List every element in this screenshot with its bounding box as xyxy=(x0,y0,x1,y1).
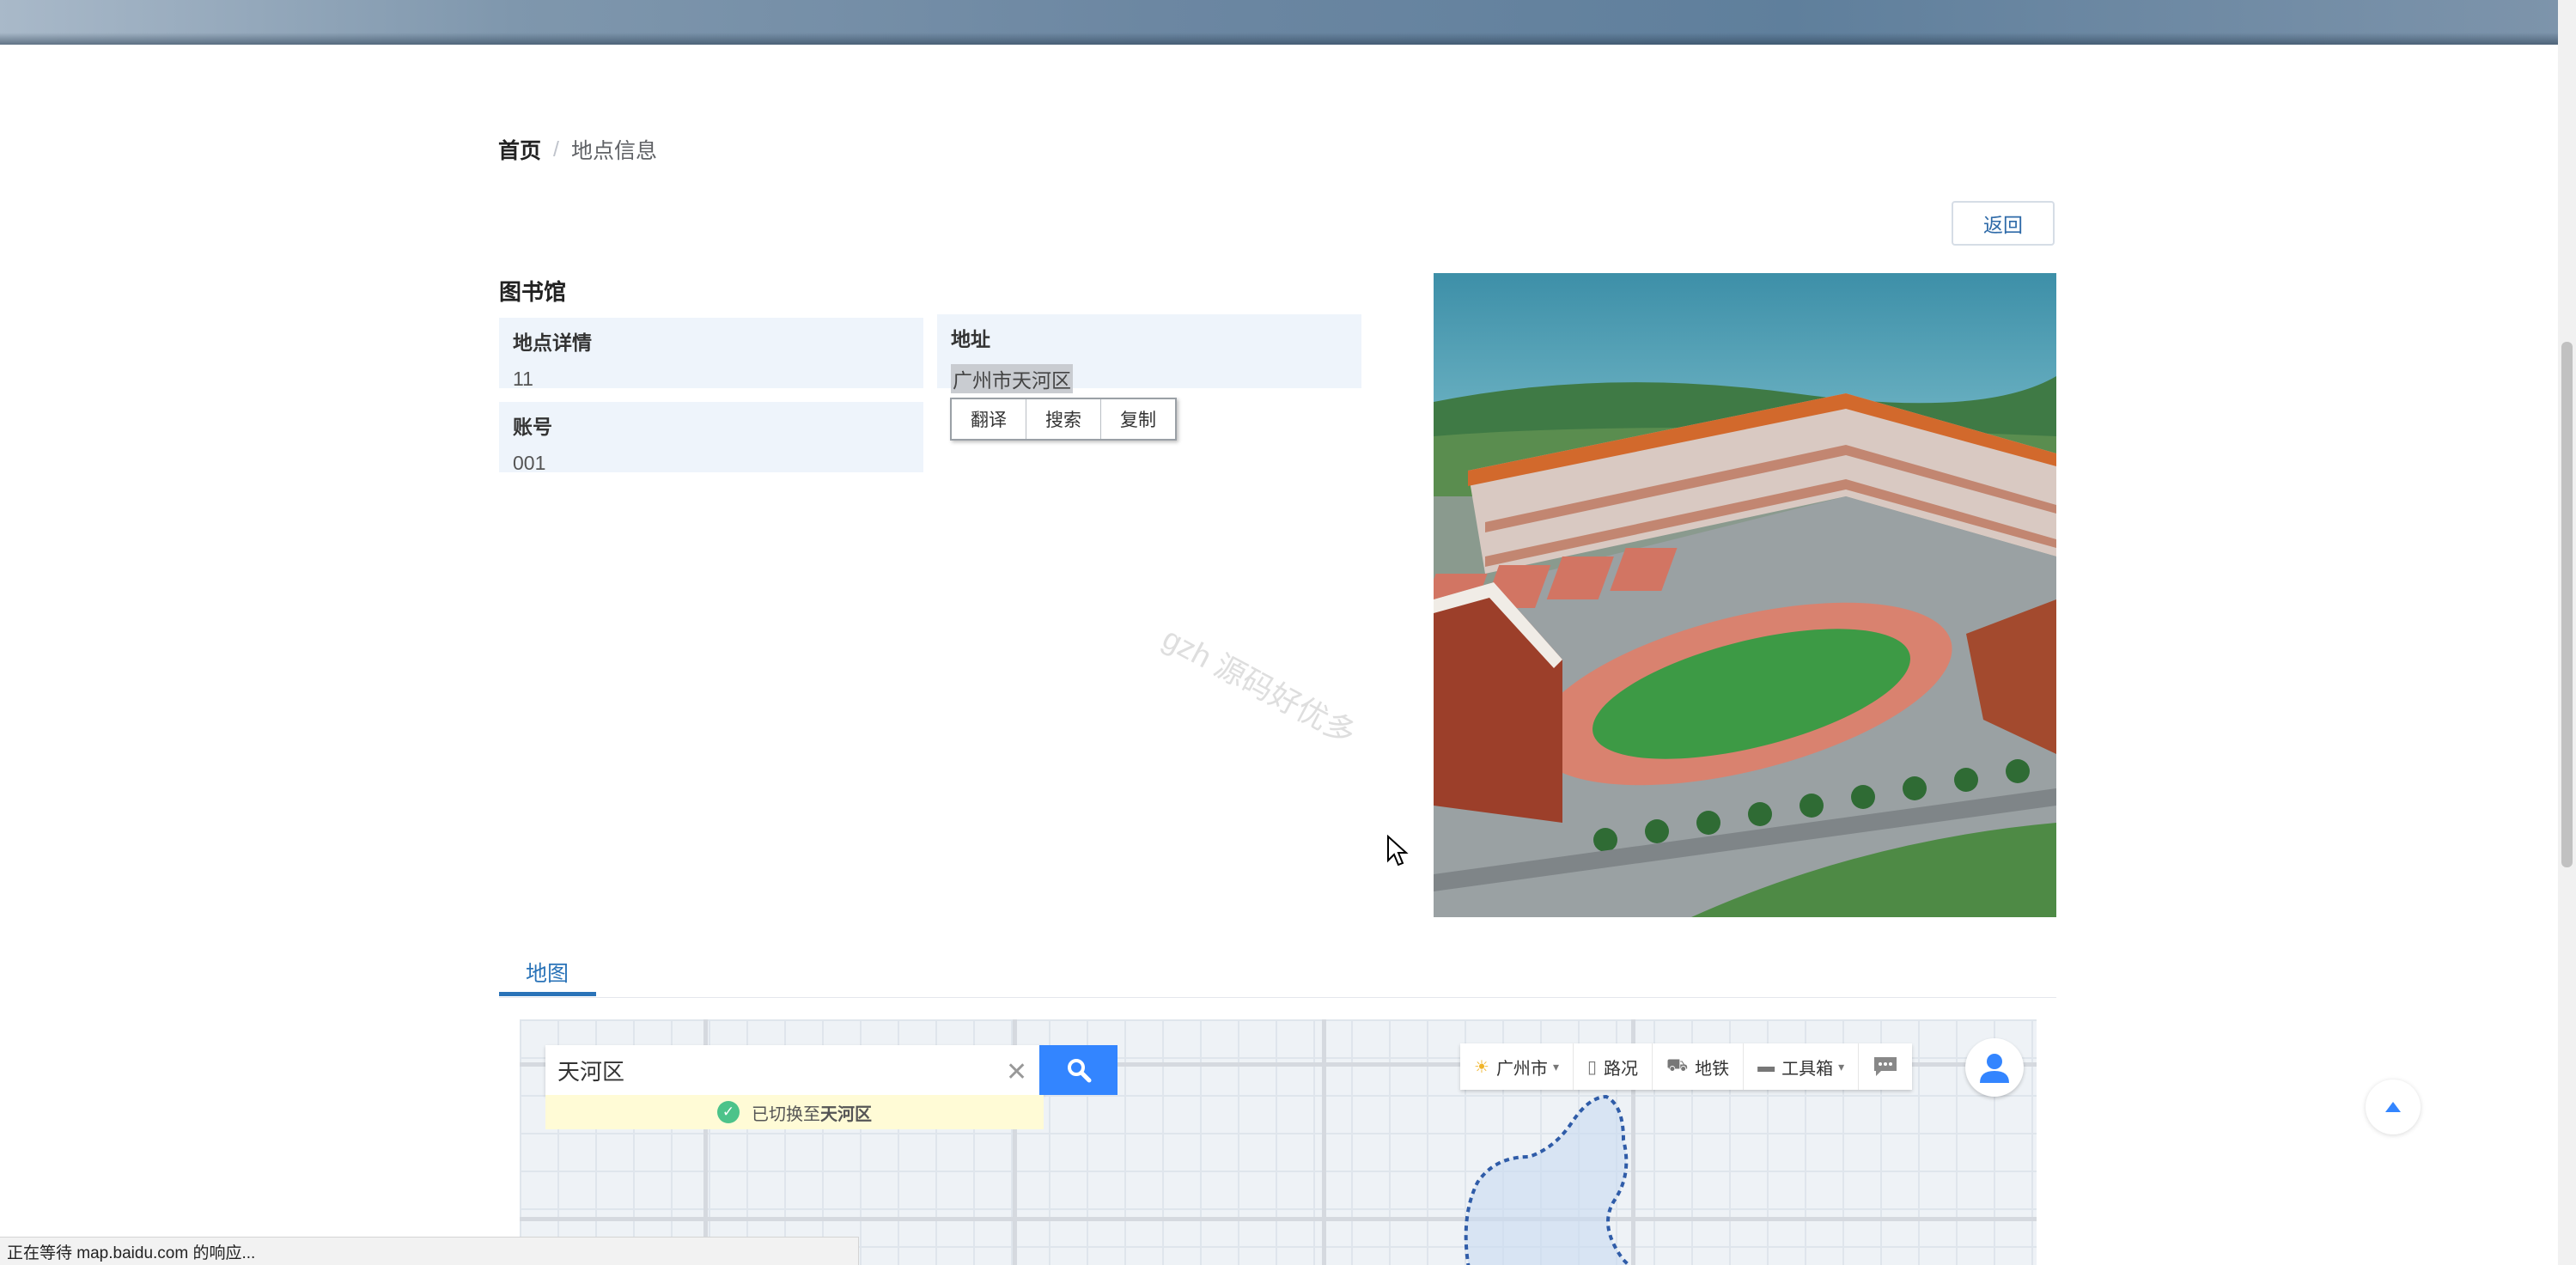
map-switch-notice: ✓ 已切换至 天河区 xyxy=(545,1095,1044,1129)
close-icon[interactable]: ✕ xyxy=(1006,1057,1027,1087)
browser-status-bar: 正在等待 map.baidu.com 的响应... xyxy=(0,1237,859,1265)
account-card: 账号 001 xyxy=(499,402,923,474)
map-road xyxy=(1322,1019,1326,1265)
tab-active-indicator xyxy=(499,992,596,996)
breadcrumb: 首页 / 地点信息 xyxy=(498,134,657,165)
scrollbar-thumb[interactable] xyxy=(2561,342,2573,867)
toolbox-icon: ▬ xyxy=(1757,1056,1775,1076)
user-avatar[interactable] xyxy=(1965,1038,2024,1097)
translate-menu-item[interactable]: 翻译 xyxy=(952,399,1026,439)
message-icon xyxy=(1874,1057,1897,1076)
copy-menu-item[interactable]: 复制 xyxy=(1101,399,1175,439)
place-photo xyxy=(1434,273,2056,917)
map-search-input[interactable] xyxy=(545,1055,989,1085)
address-value[interactable]: 广州市天河区 xyxy=(951,364,1073,393)
subway-icon: ⛟ xyxy=(1666,1055,1689,1075)
address-card: 地址 广州市天河区 xyxy=(937,314,1361,393)
mouse-pointer-icon xyxy=(1387,835,1409,867)
toolbox-button[interactable]: ▬ 工具箱 ▾ xyxy=(1744,1043,1860,1090)
school-campus-image xyxy=(1434,273,2056,917)
map-toolbar: ☀ 广州市 ▾ ▯ 路况 ⛟ 地铁 ▬ 工具箱 ▾ xyxy=(1460,1043,1913,1090)
chevron-down-icon: ▾ xyxy=(1552,1059,1559,1073)
city-selector[interactable]: ☀ 广州市 ▾ xyxy=(1460,1043,1574,1090)
subway-label: 地铁 xyxy=(1695,1059,1730,1079)
map-road xyxy=(520,1217,2037,1221)
tab-divider xyxy=(499,997,2056,998)
subway-button[interactable]: ⛟ 地铁 xyxy=(1653,1043,1745,1090)
traffic-label: 路况 xyxy=(1603,1059,1638,1079)
notice-place: 天河区 xyxy=(820,1104,872,1124)
address-label: 地址 xyxy=(951,328,990,350)
breadcrumb-home[interactable]: 首页 xyxy=(498,134,541,165)
place-title: 图书馆 xyxy=(499,279,567,305)
account-label: 账号 xyxy=(513,416,552,438)
breadcrumb-current: 地点信息 xyxy=(570,139,657,163)
chevron-down-icon: ▾ xyxy=(1838,1059,1845,1073)
traffic-light-icon: ▯ xyxy=(1586,1057,1597,1077)
notice-prefix: 已切换至 xyxy=(752,1104,820,1124)
detail-value: 11 xyxy=(513,368,533,390)
back-button[interactable]: 返回 xyxy=(1952,201,2055,246)
district-boundary xyxy=(1464,1094,1631,1265)
tab-map[interactable]: 地图 xyxy=(526,957,569,988)
toolbox-label: 工具箱 xyxy=(1781,1059,1834,1079)
selection-context-menu: 翻译 搜索 复制 xyxy=(950,398,1177,441)
detail-label: 地点详情 xyxy=(513,331,592,354)
watermark: gzh 源码好优多 xyxy=(1156,620,1362,751)
arrow-up-icon xyxy=(2385,1102,2401,1112)
check-icon: ✓ xyxy=(717,1101,740,1123)
detail-card: 地点详情 11 xyxy=(499,318,923,390)
traffic-button[interactable]: ▯ 路况 xyxy=(1574,1043,1653,1090)
back-to-top-button[interactable] xyxy=(2366,1080,2421,1134)
account-value: 001 xyxy=(513,452,546,474)
page-scrollbar[interactable] xyxy=(2558,0,2576,1265)
status-text: 正在等待 map.baidu.com 的响应... xyxy=(7,1244,256,1262)
map-search-box: ✕ xyxy=(545,1045,1044,1095)
city-label: 广州市 xyxy=(1495,1059,1548,1079)
map-view[interactable]: ✕ ✓ 已切换至 天河区 ☀ 广州市 ▾ ▯ 路况 ⛟ 地铁 ▬ 工具箱 ▾ xyxy=(520,1019,2037,1265)
map-search-button[interactable] xyxy=(1039,1045,1117,1095)
user-icon xyxy=(1980,1054,2009,1083)
top-banner xyxy=(0,0,2558,45)
search-icon xyxy=(1067,1059,1091,1083)
sun-icon: ☀ xyxy=(1474,1057,1489,1077)
search-menu-item[interactable]: 搜索 xyxy=(1026,399,1101,439)
message-button[interactable] xyxy=(1859,1043,1912,1090)
breadcrumb-separator: / xyxy=(553,137,559,161)
